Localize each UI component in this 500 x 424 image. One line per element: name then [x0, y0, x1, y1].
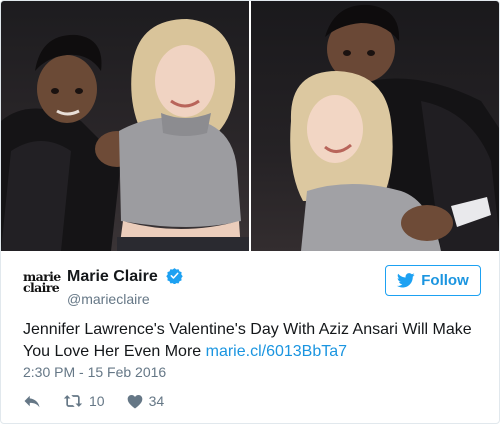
verified-badge-icon	[166, 267, 183, 289]
account-handle[interactable]: @marieclaire	[67, 290, 183, 308]
photo-right[interactable]	[251, 1, 499, 251]
follow-button[interactable]: Follow	[385, 265, 481, 296]
reply-button[interactable]	[23, 393, 41, 409]
tweet-timestamp[interactable]: 2:30 PM - 15 Feb 2016	[23, 363, 166, 381]
twitter-bird-icon	[397, 273, 415, 288]
marie-claire-logo[interactable]: marie claire	[23, 270, 61, 301]
display-name[interactable]: Marie Claire	[67, 268, 158, 285]
tweet-media[interactable]	[1, 1, 499, 251]
retweet-count: 10	[89, 393, 105, 409]
tweet-text: Jennifer Lawrence's Valentine's Day With…	[23, 319, 483, 363]
photo-right-illustration	[290, 4, 499, 251]
follow-button-label: Follow	[421, 272, 469, 289]
retweet-button[interactable]: 10	[63, 393, 105, 409]
tweet-card: marie claire Marie Claire @marieclaire F…	[0, 0, 500, 424]
heart-icon	[127, 394, 142, 408]
reply-icon	[24, 395, 40, 408]
account-info: Marie Claire @marieclaire	[67, 267, 183, 308]
photo-left[interactable]	[1, 1, 249, 251]
tweet-actions: 10 34	[23, 391, 186, 411]
tweet-link[interactable]: marie.cl/6013BbTa7	[206, 343, 347, 360]
like-button[interactable]: 34	[127, 393, 165, 409]
photo-left-illustration	[1, 19, 249, 251]
like-count: 34	[148, 393, 165, 409]
retweet-icon	[63, 395, 83, 407]
logo-line-2: claire	[23, 280, 60, 295]
